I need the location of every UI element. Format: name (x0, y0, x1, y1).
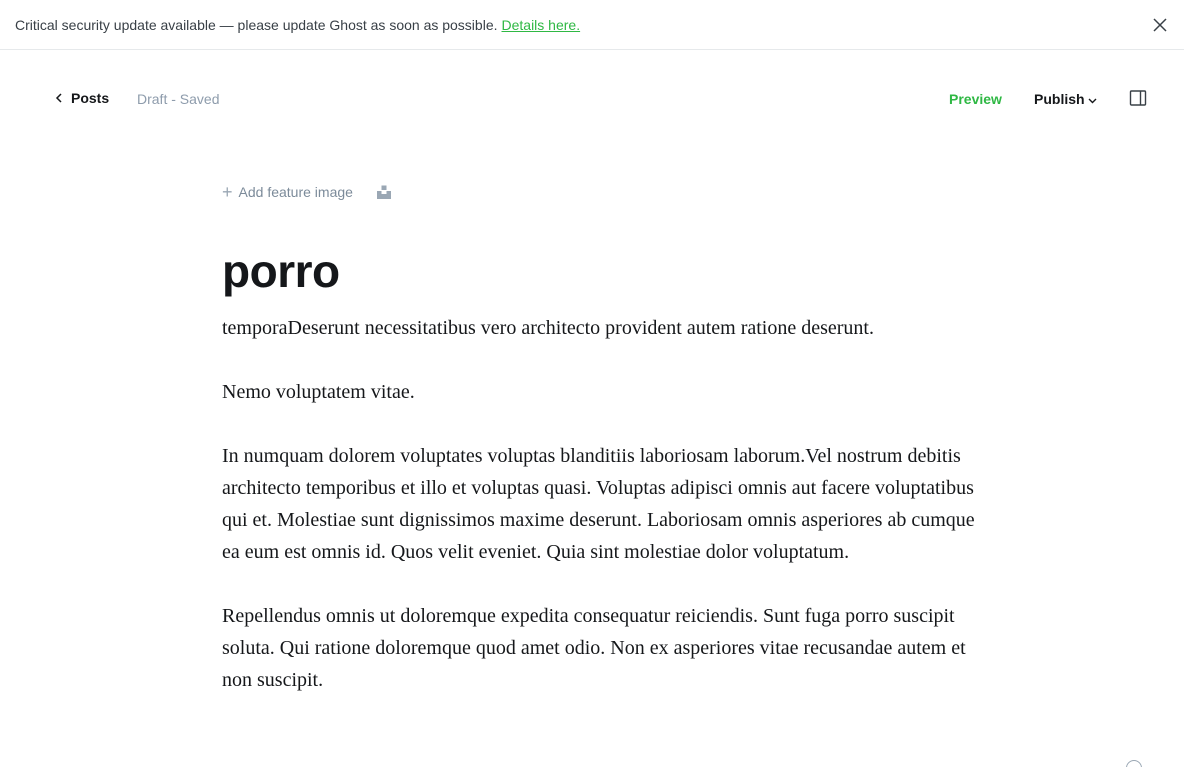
banner-message: Critical security update available — ple… (15, 16, 498, 33)
preview-button[interactable]: Preview (949, 91, 1002, 107)
back-to-posts-button[interactable]: Posts (55, 90, 109, 106)
feature-image-row: + Add feature image (222, 180, 982, 204)
chevron-left-icon (55, 93, 62, 103)
unsplash-icon[interactable] (376, 185, 391, 199)
paragraph: Repellendus omnis ut doloremque expedita… (222, 605, 966, 691)
add-feature-image-button[interactable]: + Add feature image (222, 183, 353, 201)
add-feature-image-label: Add feature image (238, 184, 353, 200)
post-body[interactable]: temporaDeserunt necessitatibus vero arch… (222, 312, 982, 696)
banner-details-link[interactable]: Details here. (502, 17, 581, 33)
paragraph: Nemo voluptatem vitae. (222, 381, 415, 403)
chevron-down-icon (1088, 98, 1097, 103)
back-label: Posts (71, 90, 110, 106)
editor-header: Posts Draft - Saved Preview Publish (0, 50, 1184, 148)
editor-content: + Add feature image porro temporaDeserun… (222, 180, 982, 728)
plus-icon: + (222, 182, 233, 202)
sidebar-toggle-icon[interactable] (1129, 90, 1147, 106)
close-icon[interactable] (1152, 17, 1168, 33)
post-title[interactable]: porro (222, 248, 982, 294)
paragraph: In numquam dolorem voluptates voluptas b… (222, 445, 975, 563)
post-status: Draft - Saved (137, 91, 220, 107)
publish-label: Publish (1034, 91, 1085, 107)
publish-menu-button[interactable]: Publish (1034, 91, 1097, 107)
help-icon[interactable] (1126, 760, 1142, 767)
paragraph: temporaDeserunt necessitatibus vero arch… (222, 317, 874, 339)
update-banner: Critical security update available — ple… (0, 0, 1184, 50)
